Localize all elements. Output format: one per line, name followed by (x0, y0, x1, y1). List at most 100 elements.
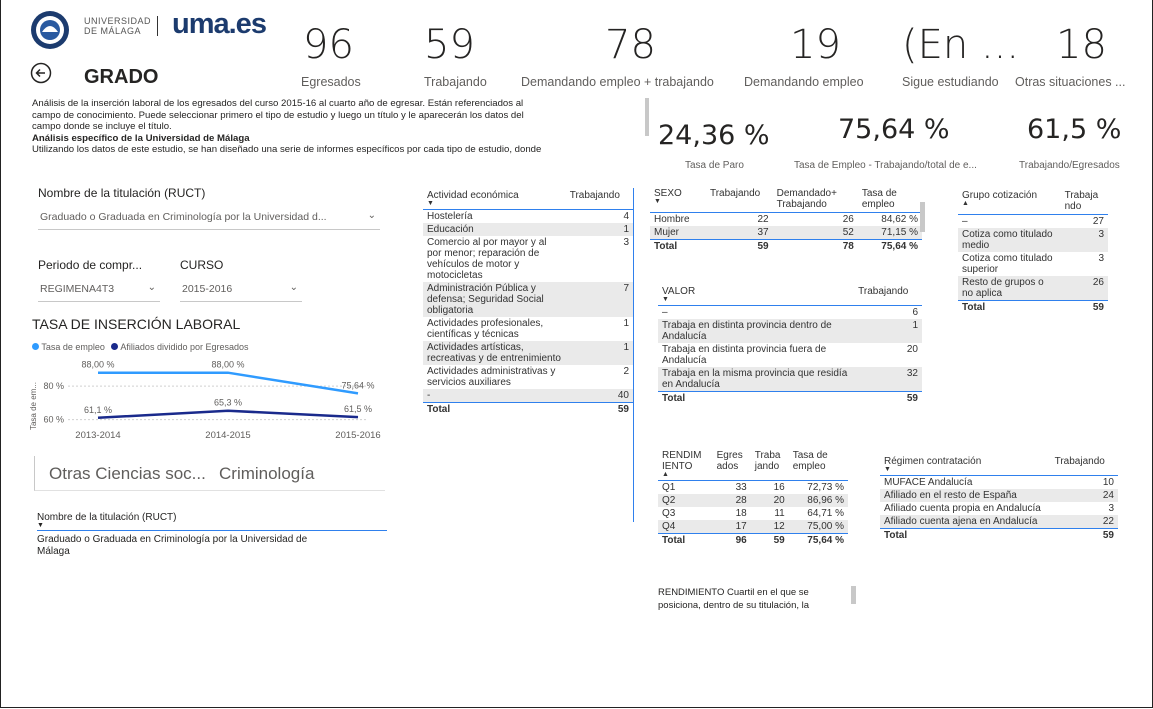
table-cell: 3 (1060, 228, 1108, 252)
ruct-table-header[interactable]: Nombre de la titulación (RUCT) ▼ (37, 512, 387, 531)
logo-text: UNIVERSIDAD DE MÁLAGA (84, 16, 151, 36)
kpi-demandando-trabajando-value: 78 (605, 22, 656, 68)
table-header-row: Grupo cotización ▲ Trabaja ndo (958, 188, 1108, 215)
actividad-table-grid: Actividad económica ▼ Trabajando Hostelería… (423, 188, 633, 416)
table-row[interactable]: Afiliado cuenta propia en Andalucía 3 (880, 502, 1118, 515)
column-header[interactable]: VALOR ▼ (658, 284, 855, 306)
column-header[interactable]: Grupo cotización ▲ (958, 188, 1061, 215)
table-row[interactable]: Q1 33 16 72,73 % (658, 481, 848, 495)
curso-filter-label: CURSO (180, 258, 224, 272)
table-row[interactable]: Actividades profesionales, científicas y… (423, 317, 633, 341)
column-header[interactable]: Tasa de empleo (857, 186, 922, 213)
table-cell: 84,62 % (881, 214, 918, 225)
table-cell: Q2 (658, 494, 713, 507)
table-cell: 27 (1092, 216, 1104, 227)
table-row[interactable]: Educación 1 (423, 223, 633, 236)
table-cell: 22 (757, 214, 769, 225)
column-header-label: Trabaja ndo (1064, 190, 1099, 212)
table-row[interactable]: Actividades administrativas y servicios … (423, 365, 633, 389)
table-row[interactable]: – 27 (958, 215, 1108, 229)
x-tick-label: 2014-2015 (205, 430, 250, 441)
table-cell: Actividades profesionales, científicas y… (427, 318, 544, 340)
table-row[interactable]: Cotiza como titulado superior 3 (958, 252, 1108, 276)
table-cell: 26 (1060, 276, 1108, 301)
table-row[interactable]: Cotiza como titulado medio 3 (958, 228, 1108, 252)
column-header[interactable]: Egres ados (712, 448, 751, 481)
table-cell: 16 (773, 482, 785, 493)
table-total-cell: 75,64 % (788, 533, 848, 547)
logo-text-line2: DE MÁLAGA (84, 26, 142, 36)
column-header[interactable]: Trabajando (565, 188, 633, 210)
rendimiento-note-scrollbar[interactable] (851, 586, 856, 604)
column-header[interactable]: Tasa de empleo (788, 448, 848, 481)
ruct-header-label: Nombre de la titulación (RUCT) (37, 512, 177, 523)
table-row[interactable]: MUFACE Andalucía 10 (880, 476, 1118, 490)
table-row[interactable]: Afiliado cuenta ajena en Andalucía 22 (880, 515, 1118, 529)
column-header[interactable]: Trabajando (1050, 454, 1118, 476)
table-cell: 64,71 % (807, 508, 844, 519)
table-row[interactable]: Comercio al por mayor y al por menor; re… (423, 236, 633, 282)
column-header[interactable]: Trabajando (705, 186, 773, 213)
table-cell: 37 (705, 226, 773, 240)
table-header-row: VALOR ▼ Trabajando (658, 284, 922, 306)
table-row[interactable]: Hombre 22 26 84,62 % (650, 213, 922, 227)
column-header[interactable]: Trabaja ndo (1060, 188, 1108, 215)
column-header[interactable]: Demandado+ Trabajando (772, 186, 858, 213)
insercion-line-chart: 80 % 60 % Tasa de em... 2013-2014 2014-2015 2… (29, 360, 381, 441)
periodo-filter-label: Periodo de compr... (38, 258, 143, 272)
column-header[interactable]: SEXO ▼ (650, 186, 706, 213)
column-header[interactable]: Traba jando (750, 448, 789, 481)
valor-table: VALOR ▼ Trabajando –6 Trabaja en distinta pr… (658, 284, 922, 405)
table-row[interactable]: Hostelería 4 (423, 210, 633, 224)
kpi-otras-label: Otras situaciones ... (1015, 75, 1126, 89)
field-card-area: Otras Ciencias soc... (49, 464, 206, 483)
titulacion-dropdown[interactable]: Graduado o Graduada en Criminología por … (38, 208, 380, 230)
table-cell: - (423, 389, 566, 403)
column-header-label: Trabajando (569, 190, 620, 201)
table-row[interactable]: Afiliado en el resto de España 24 (880, 489, 1118, 502)
table-row[interactable]: -40 (423, 389, 633, 403)
university-seal-icon (31, 11, 69, 49)
column-header-label: Traba jando (754, 450, 781, 472)
table-cell: 3 (1108, 503, 1114, 514)
column-header[interactable]: RENDIM IENTO ▲ (658, 448, 713, 481)
table-header-row: Régimen contratación ▼ Trabajando (880, 454, 1118, 476)
table-row[interactable]: Trabaja en distinta provincia dentro de … (658, 319, 922, 343)
table-row[interactable]: Administración Pública y defensa; Seguri… (423, 282, 633, 317)
table-row[interactable]: Trabaja en la misma provincia que residí… (658, 367, 922, 392)
table-row[interactable]: Mujer 37 52 71,15 % (650, 226, 922, 240)
table-row[interactable]: Q2 28 20 86,96 % (658, 494, 848, 507)
sexo-table-scrollbar[interactable] (920, 202, 925, 232)
table-cell: 26 (842, 214, 854, 225)
table-row[interactable]: Q3 18 11 64,71 % (658, 507, 848, 520)
table-row[interactable]: Trabaja en distinta provincia fuera de A… (658, 343, 922, 367)
table-cell: 3 (623, 237, 629, 248)
page-title: GRADO (84, 66, 159, 88)
column-header[interactable]: Actividad económica ▼ (423, 188, 566, 210)
x-tick-label: 2013-2014 (75, 430, 120, 441)
table-row[interactable]: –6 (658, 306, 922, 320)
description-scrollbar[interactable] (645, 98, 649, 136)
chevron-down-icon: ⌄ (289, 282, 298, 293)
column-header[interactable]: Régimen contratación ▼ (880, 454, 1051, 476)
table-row[interactable]: Actividades artísticas, recreativas y de… (423, 341, 633, 365)
sort-arrow-icon: ▼ (654, 198, 661, 205)
sort-arrow-icon: ▲ (662, 471, 669, 478)
rendimiento-note-line: RENDIMIENTO Cuartil en el que se (658, 587, 809, 598)
table-cell: 10 (1102, 477, 1114, 488)
curso-dropdown[interactable]: 2015-2016 ⌄ (180, 280, 302, 302)
table-cell: Q4 (658, 520, 713, 534)
back-button[interactable] (30, 62, 52, 84)
table-total-cell: 59 (854, 391, 922, 405)
ruct-table: Nombre de la titulación (RUCT) ▼ Graduad… (37, 512, 387, 558)
table-row[interactable]: Q4 17 12 75,00 % (658, 520, 848, 534)
column-header[interactable]: Trabajando (854, 284, 922, 306)
table-cell: 17 (712, 520, 751, 534)
table-row[interactable]: Resto de grupos o no aplica 26 (958, 276, 1108, 301)
column-header-label: Egres ados (716, 450, 743, 472)
table-cell: 75,00 % (788, 520, 848, 534)
sort-arrow-icon: ▼ (662, 296, 669, 303)
brand-logo: uma.es (172, 8, 267, 40)
periodo-dropdown[interactable]: REGIMENA4T3 ⌄ (38, 280, 160, 302)
table-cell: 20 (906, 344, 918, 355)
